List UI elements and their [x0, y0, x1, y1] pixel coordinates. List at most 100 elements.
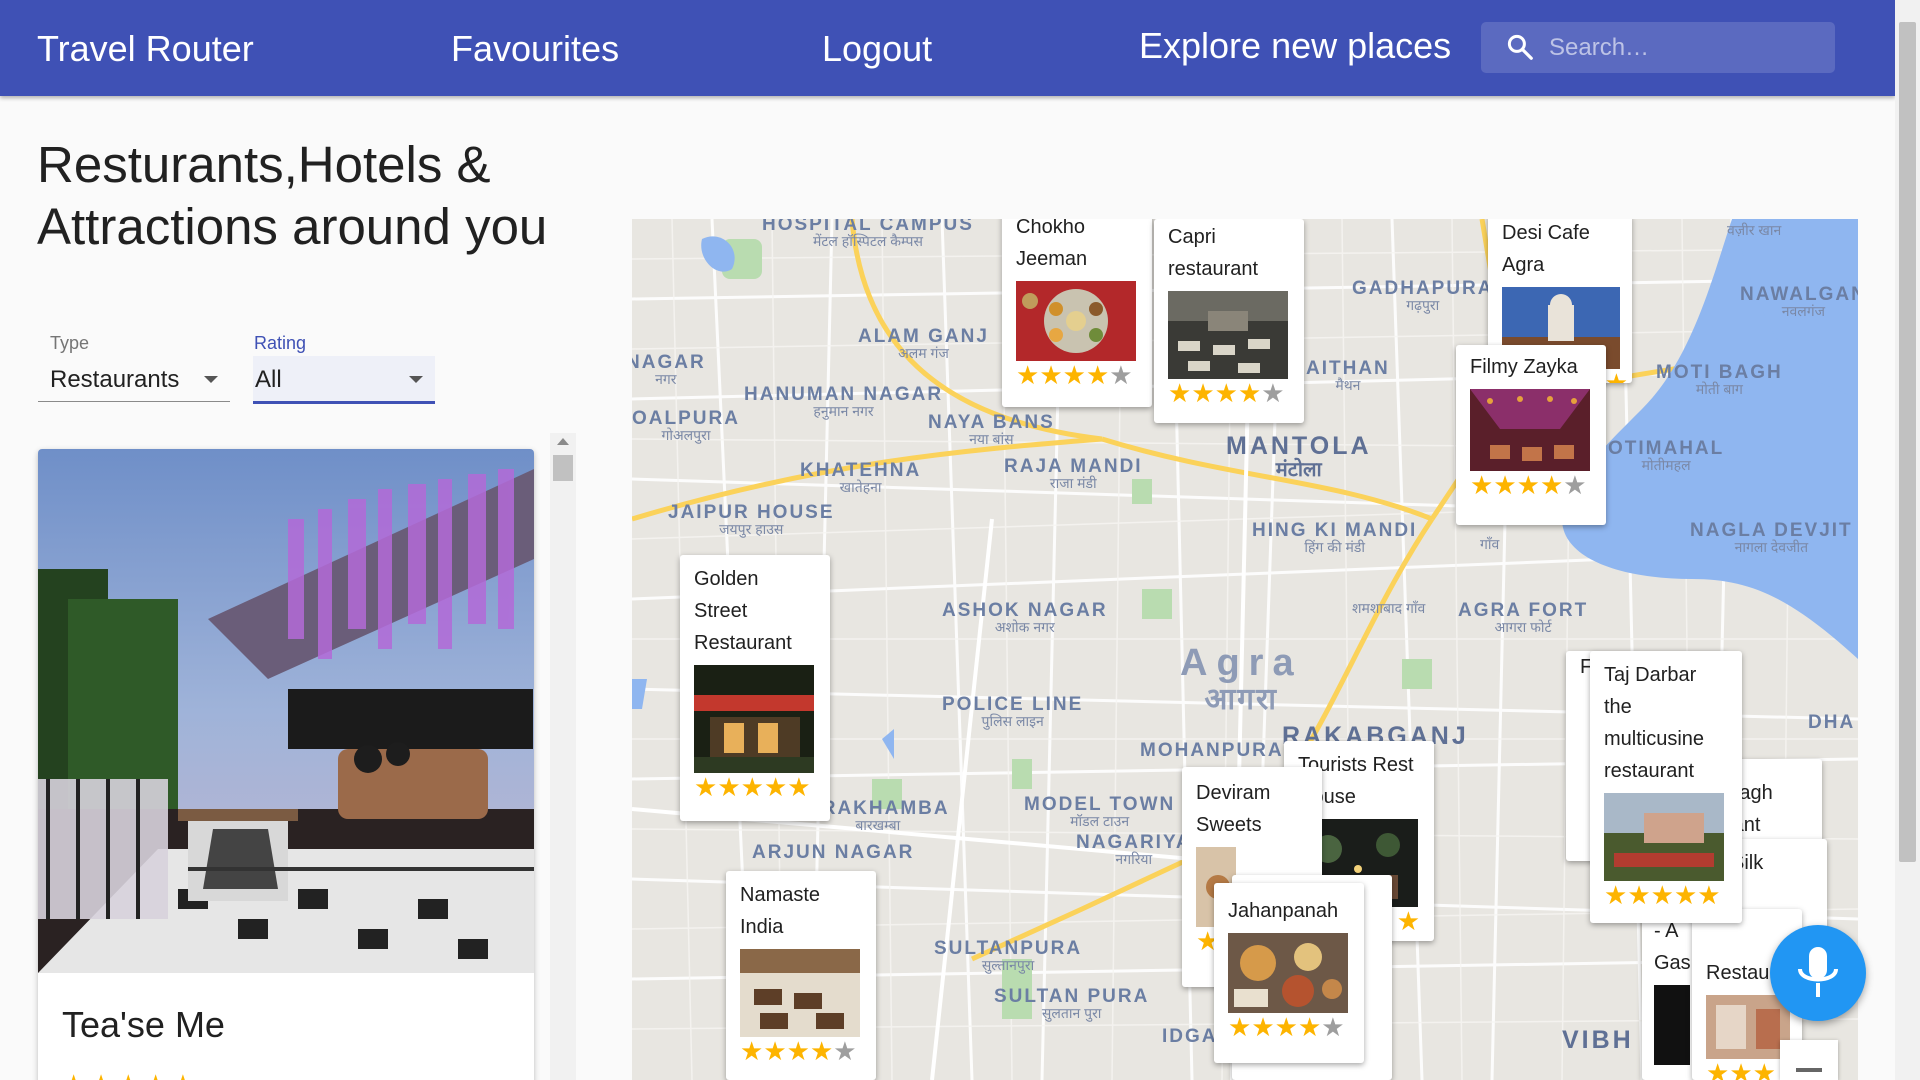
star-icon: ★: [740, 1036, 764, 1066]
star-icon: ★: [1627, 880, 1651, 910]
page-scrollbar[interactable]: [1895, 0, 1920, 1080]
rating-select[interactable]: All: [253, 356, 435, 404]
map-label-alam-ganj: ALAM GANJ अलम गंज: [858, 326, 989, 361]
taj-darbar-photo: [1604, 793, 1724, 881]
star-icon: ★: [1539, 470, 1564, 500]
map-label-hanuman-nagar: HANUMAN NAGAR हनुमान नगर: [744, 384, 944, 419]
map-label-mohanpura: MOHANPURA: [1140, 740, 1284, 761]
place-photo: [38, 449, 534, 973]
place-card-rating: ★★★★★: [62, 1069, 199, 1080]
chokho-jeeman-rating: ★★★★★: [1016, 361, 1138, 389]
map-label-hing-ki-mandi: HING KI MANDI हिंग की मंडी: [1252, 520, 1418, 555]
app-bar: Travel Router Favourites Logout Explore …: [0, 0, 1895, 96]
type-select[interactable]: Restaurants: [38, 356, 230, 402]
app-title[interactable]: Travel Router: [37, 28, 254, 70]
map-marker-namaste-india[interactable]: Namaste India ★★★★★: [726, 871, 876, 1080]
map-marker-filmy-zayka[interactable]: Filmy Zayka ★★★★★: [1456, 345, 1606, 525]
nav-logout[interactable]: Logout: [822, 28, 932, 70]
star-icon: ★: [786, 1036, 810, 1066]
star-icon: ★: [1321, 1012, 1345, 1042]
map-label-raja-mandi: RAJA MANDI राजा मंडी: [1004, 456, 1143, 491]
nav-explore-new-places[interactable]: Explore new places: [1139, 25, 1451, 67]
star-icon: ★: [1039, 360, 1063, 390]
map-label-nawalganj: NAWALGAN नवलगंज: [1740, 284, 1858, 319]
star-icon: ★: [1563, 470, 1587, 500]
star-icon: ★: [89, 1069, 116, 1080]
capri-restaurant-photo: [1168, 291, 1288, 379]
rating-filter-label: Rating: [254, 333, 307, 353]
golden-street-photo: [694, 665, 814, 773]
star-icon: ★: [1062, 360, 1086, 390]
dropdown-caret-icon: [204, 376, 218, 383]
rating-select-value: All: [255, 366, 282, 393]
map-label-nagar: NAGAR नगर: [632, 352, 706, 387]
star-icon: ★: [763, 1036, 787, 1066]
star-icon: ★: [1604, 368, 1628, 383]
mic-icon: [1798, 947, 1838, 997]
namaste-india-rating: ★★★★★: [740, 1037, 862, 1065]
map-label-taj-village: गाँव: [1480, 536, 1500, 552]
jahanpanah-photo: [1228, 933, 1348, 1013]
search-icon: [1507, 34, 1533, 60]
map-marker-jahanpanah[interactable]: Jahanpanah ★★★★★: [1214, 883, 1364, 1063]
star-icon: ★: [1274, 1012, 1298, 1042]
map-label-wazir-khan: वज़ीर खान: [1727, 222, 1782, 238]
map-label-vibh: VIBH: [1562, 1026, 1634, 1054]
star-icon: ★: [171, 1069, 198, 1080]
star-icon: ★: [1085, 360, 1110, 390]
place-card-name: Tea'se Me: [62, 1004, 225, 1045]
search-box[interactable]: [1481, 22, 1835, 73]
voice-search-button[interactable]: [1770, 925, 1866, 1021]
star-icon: ★: [763, 772, 788, 802]
map-label-gadhapura: GADHAPURA गढ़पुरा: [1352, 278, 1494, 313]
map-marker-capri-restaurant[interactable]: Capri restaurant ★★★★★: [1154, 219, 1304, 423]
taj-darbar-rating: ★★★★★: [1604, 881, 1728, 909]
star-icon: ★: [1168, 378, 1192, 408]
star-icon: ★: [1493, 470, 1517, 500]
restaurant-rating: ★★★: [1706, 1059, 1788, 1080]
search-input[interactable]: [1549, 22, 1829, 73]
star-icon: ★: [1251, 1012, 1275, 1042]
page-scrollbar-thumb[interactable]: [1899, 22, 1916, 862]
star-icon: ★: [1297, 1012, 1322, 1042]
star-icon: ★: [787, 772, 811, 802]
capri-restaurant-rating: ★★★★★: [1168, 379, 1290, 407]
list-scrollbar[interactable]: [550, 433, 576, 1080]
map-label-nagariya: NAGARIYA नगरिया: [1076, 832, 1192, 867]
map-marker-chokho-jeeman[interactable]: Chokho Jeeman ★★★★★: [1002, 219, 1152, 407]
star-icon: ★: [717, 772, 741, 802]
map-label-moti-bagh: MOTI BAGH मोती बाग: [1656, 362, 1783, 397]
namaste-india-photo: [740, 949, 860, 1037]
dropdown-caret-icon: [409, 376, 423, 383]
type-filter-label: Type: [50, 333, 90, 353]
star-icon: ★: [1237, 378, 1262, 408]
map-label-police-line: POLICE LINE पुलिस लाइन: [942, 694, 1084, 729]
list-scrollbar-thumb[interactable]: [553, 455, 573, 481]
filmy-zayka-rating: ★★★★★: [1470, 471, 1592, 499]
star-icon: ★: [1752, 1058, 1776, 1080]
star-icon: ★: [1191, 378, 1215, 408]
map-marker-taj-darbar[interactable]: Taj Darbar the multicusine restaurant ★★…: [1590, 651, 1742, 923]
zoom-out-icon: [1796, 1068, 1822, 1072]
nav-favourites[interactable]: Favourites: [451, 28, 619, 70]
star-icon: ★: [62, 1069, 89, 1080]
map-zoom-out-button[interactable]: [1780, 1040, 1838, 1080]
star-icon: ★: [1470, 470, 1494, 500]
map-marker-golden-street-restaurant[interactable]: Golden Street Restaurant ★★★★★: [680, 555, 830, 821]
map-label-sultanpura: SULTANPURA सुल्तानपुरा: [934, 938, 1083, 973]
filmy-zayka-photo: [1470, 389, 1590, 471]
place-card[interactable]: Tea'se Me ★★★★★: [38, 449, 534, 1080]
star-icon: ★: [1729, 1058, 1753, 1080]
scroll-up-arrow-icon[interactable]: [557, 438, 569, 445]
map-view[interactable]: HOSPITAL CAMPUS मेंटल हॉस्पिटल कैम्पस ALA…: [632, 219, 1858, 1080]
map-label-shamshabad: शमशाबाद गाँव: [1352, 600, 1426, 616]
star-icon: ★: [1396, 906, 1420, 936]
page-title: Resturants,Hotels & Attractions around y…: [37, 136, 548, 255]
star-icon: ★: [1016, 360, 1040, 390]
map-label-maithan: AITHAN मैथन: [1306, 358, 1390, 393]
map-label-mantola: MANTOLA मंटोला: [1226, 432, 1372, 481]
map-label-jaipur-house: JAIPUR HOUSE जयपुर हाउस: [668, 502, 835, 537]
star-icon: ★: [144, 1069, 171, 1080]
star-icon: ★: [1604, 880, 1628, 910]
star-icon: ★: [694, 772, 718, 802]
